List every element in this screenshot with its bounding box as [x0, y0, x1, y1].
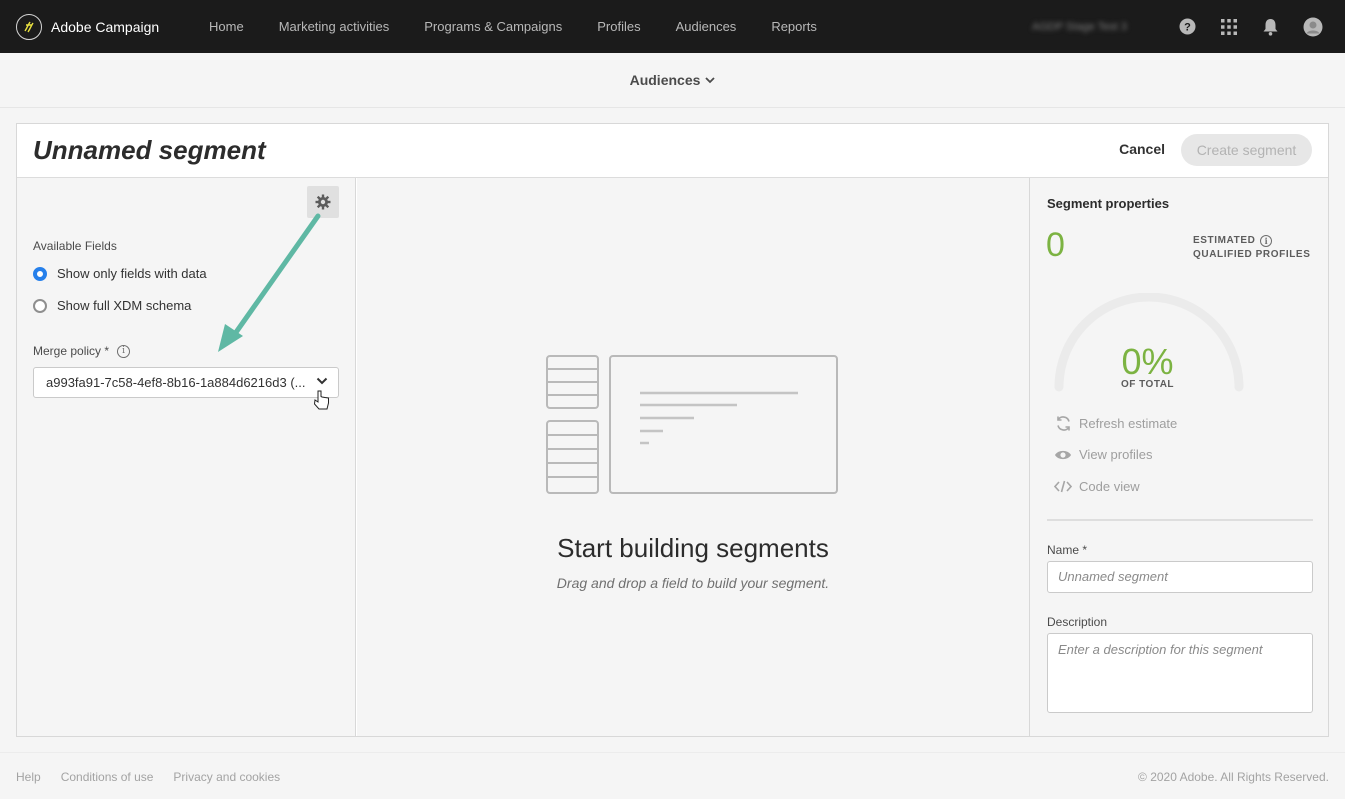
radio-label: Show only fields with data	[57, 266, 207, 281]
radio-show-full-xdm-schema[interactable]: Show full XDM schema	[33, 298, 191, 313]
main-nav: Home Marketing activities Programs & Cam…	[209, 19, 852, 34]
nav-right-area: AGDP Stage Test 3 ?	[1032, 0, 1323, 53]
segment-title: Unnamed segment	[33, 135, 266, 165]
code-view-action[interactable]: Code view	[1054, 479, 1140, 494]
nav-item-programs-campaigns[interactable]: Programs & Campaigns	[424, 19, 562, 34]
radio-label: Show full XDM schema	[57, 298, 192, 313]
footer-link-conditions[interactable]: Conditions of use	[61, 770, 154, 784]
merge-policy-select[interactable]: a993fa91-7c58-4ef8-8b16-1a884d6216d3 (..…	[33, 367, 339, 398]
merge-policy-label-row: Merge policy * i	[33, 344, 131, 358]
segment-header: Unnamed segment Cancel Create segment	[17, 124, 1328, 178]
cancel-button[interactable]: Cancel	[1119, 141, 1165, 157]
empty-state-title: Start building segments	[557, 533, 829, 563]
eye-icon	[1054, 449, 1072, 461]
gauge-label: OF TOTAL	[1120, 379, 1175, 390]
settings-button[interactable]	[307, 186, 339, 218]
org-switcher[interactable]: AGDP Stage Test 3	[1032, 21, 1127, 33]
view-profiles-label: View profiles	[1079, 447, 1153, 462]
merge-policy-label: Merge policy *	[33, 344, 110, 358]
app-name: Adobe Campaign	[51, 18, 160, 35]
nav-item-audiences[interactable]: Audiences	[676, 19, 737, 34]
audiences-dropdown-label: Audiences	[629, 72, 701, 88]
footer-link-privacy[interactable]: Privacy and cookies	[173, 770, 280, 784]
svg-text:?: ?	[1184, 22, 1191, 34]
estimated-label-line2: QUALIFIED PROFILES	[1193, 249, 1311, 260]
info-icon[interactable]: i	[117, 344, 131, 358]
notification-bell-icon[interactable]	[1262, 18, 1279, 36]
segment-editor: Unnamed segment Cancel Create segment Av…	[16, 123, 1329, 737]
code-icon	[1054, 480, 1072, 493]
refresh-estimate-action[interactable]: Refresh estimate	[1054, 415, 1177, 432]
brand[interactable]: Adobe Campaign	[16, 13, 209, 40]
segment-properties-title: Segment properties	[1047, 196, 1170, 211]
estimated-count: 0	[1046, 226, 1065, 264]
apps-grid-icon[interactable]	[1220, 18, 1238, 36]
segment-name-input[interactable]: Unnamed segment	[1047, 561, 1313, 593]
name-label: Name *	[1047, 543, 1088, 557]
empty-state-illustration-icon	[546, 355, 838, 494]
nav-item-marketing-activities[interactable]: Marketing activities	[279, 19, 390, 34]
footer: Help Conditions of use Privacy and cooki…	[0, 752, 1345, 799]
chevron-down-icon	[705, 76, 716, 83]
help-icon[interactable]: ?	[1179, 18, 1196, 35]
code-view-label: Code view	[1079, 479, 1140, 494]
fields-panel: Available Fields Show only fields with d…	[17, 178, 356, 736]
chevron-down-icon	[316, 377, 328, 385]
estimated-label-line1: ESTIMATED	[1193, 235, 1256, 246]
create-segment-button[interactable]: Create segment	[1181, 134, 1312, 166]
refresh-estimate-label: Refresh estimate	[1079, 416, 1178, 431]
description-label: Description	[1047, 615, 1108, 629]
radio-show-fields-with-data[interactable]: Show only fields with data	[33, 266, 207, 281]
nav-item-profiles[interactable]: Profiles	[597, 19, 640, 34]
refresh-icon	[1054, 415, 1072, 432]
top-navigation-bar: Adobe Campaign Home Marketing activities…	[0, 0, 1345, 53]
user-avatar-icon[interactable]	[1303, 17, 1323, 37]
radio-unselected-indicator	[33, 298, 47, 313]
segment-canvas[interactable]: Start building segments Drag and drop a …	[357, 178, 1029, 736]
sub-header: Audiences	[0, 53, 1345, 108]
nav-item-home[interactable]: Home	[209, 19, 244, 34]
segment-description-textarea[interactable]: Enter a description for this segment	[1047, 633, 1313, 713]
radio-selected-indicator	[33, 266, 47, 281]
estimated-profiles-label: ESTIMATED i QUALIFIED PROFILES	[1193, 234, 1310, 262]
footer-link-help[interactable]: Help	[16, 770, 41, 784]
info-icon[interactable]: i	[1260, 235, 1273, 247]
nav-item-reports[interactable]: Reports	[771, 19, 817, 34]
divider	[1047, 519, 1313, 521]
view-profiles-action[interactable]: View profiles	[1054, 447, 1152, 462]
audiences-dropdown[interactable]: Audiences	[630, 72, 716, 88]
footer-links: Help Conditions of use Privacy and cooki…	[16, 770, 300, 784]
available-fields-label: Available Fields	[33, 239, 117, 253]
adobe-campaign-logo-icon	[16, 13, 42, 40]
gear-icon	[315, 194, 331, 210]
gauge-percent: 0%	[1121, 341, 1174, 382]
merge-policy-value: a993fa91-7c58-4ef8-8b16-1a884d6216d3 (..…	[46, 375, 306, 390]
copyright: © 2020 Adobe. All Rights Reserved.	[1138, 770, 1329, 784]
segment-properties-panel: Segment properties 0 ESTIMATED i QUALIFI…	[1029, 178, 1328, 736]
empty-state-subtitle: Drag and drop a field to build your segm…	[556, 575, 830, 591]
